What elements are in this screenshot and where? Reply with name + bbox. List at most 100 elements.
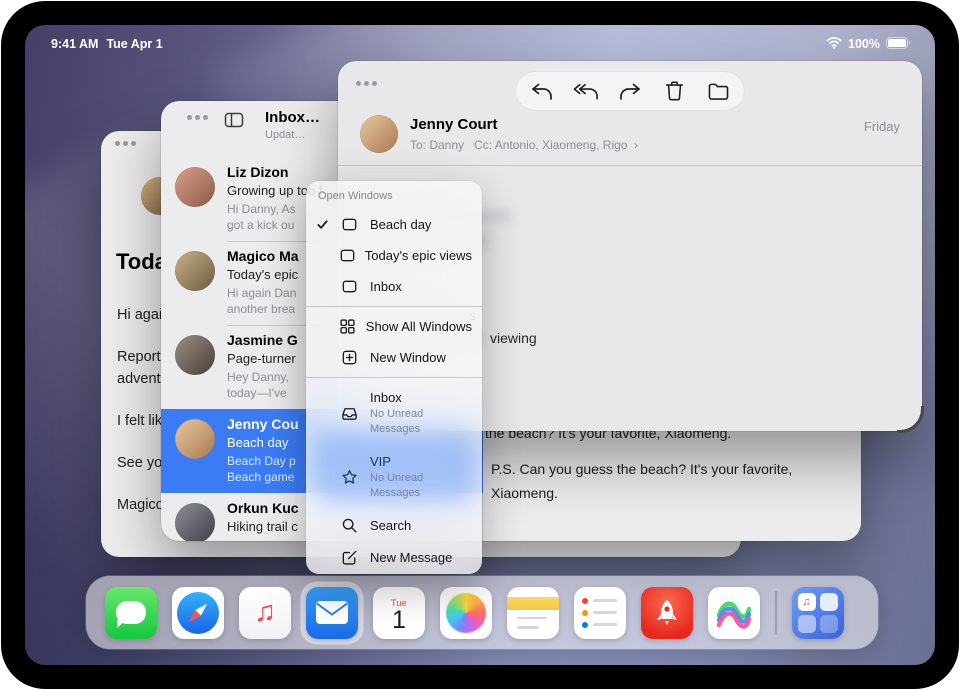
sender-name: Liz Dizon	[227, 164, 288, 180]
dock-icon-messages[interactable]	[105, 587, 157, 639]
avatar	[175, 503, 215, 541]
dock-icon-mail[interactable]	[306, 587, 358, 639]
recipients-line[interactable]: To: Danny Cc: Antonio, Xiaomeng, Rigo ›	[410, 138, 638, 152]
menu-header: Open Windows	[306, 181, 482, 209]
preview: Hi Danny, As	[227, 202, 295, 216]
cc-label: Cc: Antonio, Xiaomeng, Rigo	[474, 138, 627, 152]
menu-item-vip-mailbox[interactable]: VIP No Unread Messages	[306, 445, 482, 509]
dock-icon-notes[interactable]	[507, 587, 559, 639]
app-library-grid: ♫	[798, 593, 838, 633]
reply-icon	[530, 81, 554, 102]
sender-name: Jenny Court	[410, 116, 498, 133]
body-text: See yo	[117, 455, 162, 471]
menu-item-beach-day[interactable]: Beach day	[306, 209, 482, 240]
body-fragment: viewing	[490, 330, 537, 346]
folder-icon	[707, 82, 730, 101]
menu-item-search[interactable]: Search	[306, 509, 482, 541]
reply-button[interactable]	[520, 74, 564, 108]
search-icon	[340, 516, 364, 535]
preview: got a kick ou	[227, 218, 294, 232]
body-text: I felt lik	[117, 413, 162, 429]
avatar	[175, 335, 215, 375]
chevron-right-icon[interactable]: ›	[634, 138, 638, 152]
menu-separator	[306, 377, 482, 378]
inbox-tray-icon	[340, 404, 364, 423]
dock-icon-photos[interactable]	[440, 587, 492, 639]
dock-icon-calendar[interactable]: Tue 1	[373, 587, 425, 639]
body-text: Reporti	[117, 349, 164, 365]
wifi-icon	[826, 36, 842, 52]
message-body-line: P.S. Can you guess the beach? It's your …	[491, 461, 792, 477]
checkmark-icon	[316, 218, 334, 231]
dock-icon-drawing[interactable]	[708, 587, 760, 639]
trash-button[interactable]	[652, 74, 696, 108]
body-text: Magico	[117, 497, 164, 513]
window-resize-handle[interactable]	[897, 406, 924, 433]
speech-bubble-icon	[116, 601, 146, 624]
star-icon	[340, 468, 364, 487]
status-date: Tue Apr 1	[106, 37, 162, 51]
subject: Page-turner	[227, 351, 296, 366]
menu-item-show-all-windows[interactable]: Show All Windows	[306, 311, 482, 342]
dock-icon-reminders[interactable]	[574, 587, 626, 639]
avatar	[175, 167, 215, 207]
menu-item-new-message[interactable]: New Message	[306, 541, 482, 573]
pinwheel-icon	[446, 593, 486, 633]
preview: Hi again Dan	[227, 286, 296, 300]
screen: 9:41 AM Tue Apr 1 100% Today Hi agai Rep…	[25, 25, 935, 665]
dock-icon-rocket[interactable]	[641, 587, 693, 639]
compass-icon	[177, 592, 219, 634]
forward-button[interactable]	[608, 74, 652, 108]
window-controls-icon[interactable]	[115, 141, 136, 146]
preview: Beach game	[227, 470, 294, 484]
window-icon	[340, 215, 364, 234]
preview: Hey Danny,	[227, 370, 289, 384]
sender-name: Jasmine G	[227, 332, 298, 348]
menu-item-todays-epic-views[interactable]: Today's epic views	[306, 240, 482, 271]
new-window-icon	[340, 348, 364, 367]
menu-item-new-window[interactable]: New Window	[306, 342, 482, 373]
sender-name: Orkun Kuc	[227, 500, 299, 516]
dock: ♫ Tue 1	[86, 576, 878, 649]
folder-button[interactable]	[696, 74, 740, 108]
status-time: 9:41 AM	[51, 37, 98, 51]
grid-icon	[338, 317, 360, 336]
dock-icon-app-library[interactable]: ♫	[792, 587, 844, 639]
subject: Today's epic	[227, 267, 298, 282]
to-label: To: Danny	[410, 138, 464, 152]
mini-music-note-icon: ♫	[802, 596, 810, 608]
preview: Beach Day p	[227, 454, 296, 468]
avatar	[175, 251, 215, 291]
rocket-icon	[652, 598, 682, 628]
subject: Hiking trail c	[227, 519, 298, 534]
avatar	[175, 419, 215, 459]
subject: Beach day	[227, 435, 288, 450]
message-body-line: Xiaomeng.	[491, 485, 558, 501]
sender-name: Magico Ma	[227, 248, 299, 264]
reply-all-icon	[573, 81, 600, 102]
window-controls-icon[interactable]	[356, 81, 377, 86]
forward-icon	[618, 81, 642, 102]
menu-item-inbox-window[interactable]: Inbox	[306, 271, 482, 302]
sender-name: Jenny Cou	[227, 416, 299, 432]
calendar-day: 1	[392, 608, 406, 633]
body-text: Hi agai	[117, 307, 162, 323]
battery-percent: 100%	[848, 37, 880, 51]
envelope-icon	[316, 601, 348, 624]
dock-icon-safari[interactable]	[172, 587, 224, 639]
music-note-icon: ♫	[254, 598, 276, 627]
ipad-device: 9:41 AM Tue Apr 1 100% Today Hi agai Rep…	[1, 1, 959, 689]
message-toolbar	[516, 72, 744, 110]
reply-all-button[interactable]	[564, 74, 608, 108]
status-bar-left: 9:41 AM Tue Apr 1	[51, 37, 163, 51]
compose-icon	[340, 548, 364, 567]
notes-header	[507, 597, 559, 610]
menu-separator	[306, 306, 482, 307]
avatar	[360, 115, 398, 153]
menu-item-inbox-mailbox[interactable]: Inbox No Unread Messages	[306, 381, 482, 445]
preview: today—I've	[227, 386, 287, 400]
preview: another brea	[227, 302, 295, 316]
message-date: Friday	[864, 119, 900, 134]
dock-icon-music[interactable]: ♫	[239, 587, 291, 639]
color-swirl-icon	[714, 593, 754, 633]
